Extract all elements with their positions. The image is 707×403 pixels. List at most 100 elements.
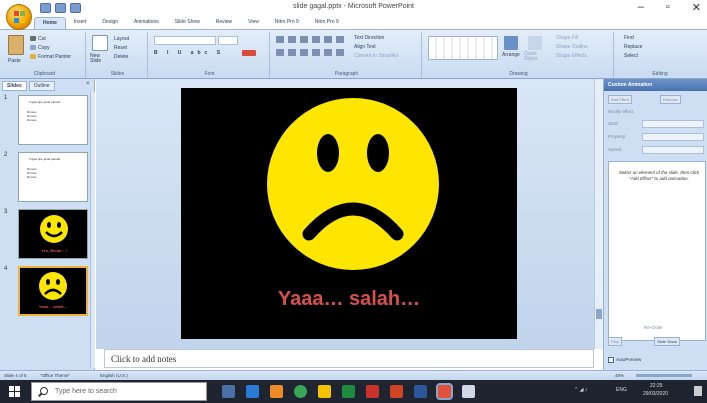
word-icon[interactable] (414, 385, 427, 398)
delete-button[interactable]: Delete (114, 54, 128, 60)
search-placeholder: Type here to search (55, 388, 117, 395)
copy-button[interactable]: Copy (38, 45, 50, 51)
tab-nitro-pro[interactable]: Nitro Pro 9 (267, 17, 307, 29)
slide-number: 3 (4, 209, 8, 215)
new-slide-icon[interactable] (92, 35, 108, 51)
autopreview-checkbox[interactable] (608, 357, 614, 363)
panel-close-button[interactable]: × (86, 81, 90, 87)
thumb-title: Tugas tipe jarak pandai (29, 157, 61, 161)
tab-view[interactable]: View (240, 17, 267, 29)
start-select[interactable] (642, 120, 704, 128)
slide-caption[interactable]: Yaaa… salah… (181, 288, 517, 311)
app-icon-yellow[interactable] (318, 385, 331, 398)
sad-face-icon[interactable] (181, 88, 517, 288)
tab-animations[interactable]: Animations (126, 17, 167, 29)
slide-thumbnail-2[interactable]: Tugas tipe jarak pandai Rumus Rumus Rumu… (18, 152, 88, 202)
paste-icon[interactable] (8, 35, 24, 55)
chrome-icon[interactable] (294, 385, 307, 398)
shape-outline-button[interactable]: Shape Outline (556, 44, 588, 50)
reorder-label[interactable]: Re-Order (644, 325, 663, 330)
language-indicator[interactable]: English (U.S.) (100, 373, 128, 378)
play-button[interactable]: Play (608, 337, 622, 346)
slides-group: New Slide Layout Reset Delete Slides (88, 32, 148, 78)
tab-slides[interactable]: Slides (2, 81, 27, 91)
convert-smartart-button[interactable]: Convert to SmartArt (354, 53, 398, 59)
remove-button[interactable]: Remove (660, 95, 681, 104)
shape-fill-button[interactable]: Shape Fill (556, 35, 578, 41)
text-direction-button[interactable]: Text Direction (354, 35, 384, 41)
slide-scrollbar[interactable] (594, 79, 603, 349)
thumb-bullets: Rumus Rumus Rumus (27, 110, 37, 122)
slide-thumbnail-4-selected[interactable]: Yaaa… salah… (18, 266, 88, 316)
zoom-slider[interactable] (636, 374, 692, 377)
font-family-select[interactable] (154, 36, 216, 45)
add-effect-button[interactable]: Add Effect (608, 95, 633, 104)
font-label: Font (204, 71, 215, 77)
font-color-icon[interactable] (242, 50, 256, 56)
font-size-select[interactable] (218, 36, 238, 45)
mail-icon[interactable] (246, 385, 259, 398)
shapes-gallery-icon[interactable] (428, 36, 498, 60)
zoom-level[interactable]: 48% (615, 373, 624, 378)
app-icon-orange[interactable] (270, 385, 283, 398)
slide-thumbnail-1[interactable]: Tugas tipe jarak pandai Rumus Rumus Rumu… (18, 95, 88, 145)
drawing-label: Drawing (509, 71, 528, 77)
system-tray-icons[interactable]: ⌃ ◢ ♪ (574, 387, 587, 393)
current-slide[interactable]: Yaaa… salah… (181, 88, 517, 339)
tab-design[interactable]: Design (94, 17, 126, 29)
list-buttons-icon[interactable] (276, 36, 348, 43)
cut-button[interactable]: Cut (38, 36, 46, 42)
office-button[interactable] (6, 4, 32, 30)
paragraph-label: Paragraph (334, 71, 359, 77)
animation-list[interactable]: Select an element of the slide, then cli… (608, 161, 706, 341)
arrange-button[interactable]: Arrange (502, 52, 520, 58)
select-button[interactable]: Select (624, 53, 638, 59)
maximize-button[interactable]: ▫ (666, 1, 670, 14)
slide-show-button[interactable]: Slide Show (654, 337, 681, 346)
quick-styles-button[interactable]: Quick Styles (524, 52, 548, 62)
tab-nitro-pro-2[interactable]: Nitro Pro 9 (307, 17, 347, 29)
clock-time[interactable]: 22:25 (650, 383, 663, 389)
notification-icon[interactable] (694, 386, 702, 396)
tab-review[interactable]: Review (208, 17, 240, 29)
property-select[interactable] (642, 133, 704, 141)
clock-date[interactable]: 29/03/2020 (643, 391, 668, 397)
minimize-button[interactable]: – (638, 1, 644, 14)
active-powerpoint-icon[interactable] (436, 383, 453, 400)
taskbar-search-box[interactable]: Type here to search (31, 382, 207, 401)
font-format-buttons[interactable]: B I U abc S (154, 50, 224, 56)
task-view-icon[interactable] (222, 385, 235, 398)
layout-button[interactable]: Layout (114, 36, 129, 42)
panel-scrollbar[interactable] (90, 92, 95, 368)
start-button[interactable] (9, 386, 20, 397)
reset-button[interactable]: Reset (114, 45, 127, 51)
paste-button[interactable]: Paste (8, 58, 21, 64)
speed-select[interactable] (642, 146, 704, 154)
slide-thumbnail-3[interactable]: Yes, Benar…! (18, 209, 88, 259)
notes-pane[interactable]: Click to add notes (104, 349, 594, 368)
shape-effects-button[interactable]: Shape Effects (556, 53, 587, 59)
find-button[interactable]: Find (624, 35, 634, 41)
align-buttons-icon[interactable] (276, 49, 348, 56)
align-text-button[interactable]: Align Text (354, 44, 376, 50)
tab-insert[interactable]: Insert (66, 17, 95, 29)
input-language[interactable]: ENG (616, 387, 627, 393)
excel-icon[interactable] (342, 385, 355, 398)
close-button[interactable]: ✕ (692, 1, 701, 14)
new-slide-button[interactable]: New Slide (90, 54, 112, 64)
replace-button[interactable]: Replace (624, 44, 642, 50)
autopreview-label: AutoPreview (616, 357, 642, 362)
app-icon-red[interactable] (366, 385, 379, 398)
scroll-thumb[interactable] (596, 309, 602, 319)
format-painter-button[interactable]: Format Painter (38, 54, 71, 60)
tab-slide-show[interactable]: Slide Show (167, 17, 208, 29)
slide-count: Slide 4 of 5 (4, 373, 27, 378)
photos-icon[interactable] (462, 385, 475, 398)
powerpoint-icon[interactable] (390, 385, 403, 398)
quick-styles-icon[interactable] (528, 36, 542, 50)
tab-home[interactable]: Home (34, 17, 66, 29)
tab-outline[interactable]: Outline (28, 81, 55, 91)
slide-editing-area: Yaaa… salah… (96, 79, 596, 349)
arrange-icon[interactable] (504, 36, 518, 50)
windows-taskbar: Type here to search ⌃ ◢ ♪ ENG 22:25 29/0… (0, 380, 707, 403)
